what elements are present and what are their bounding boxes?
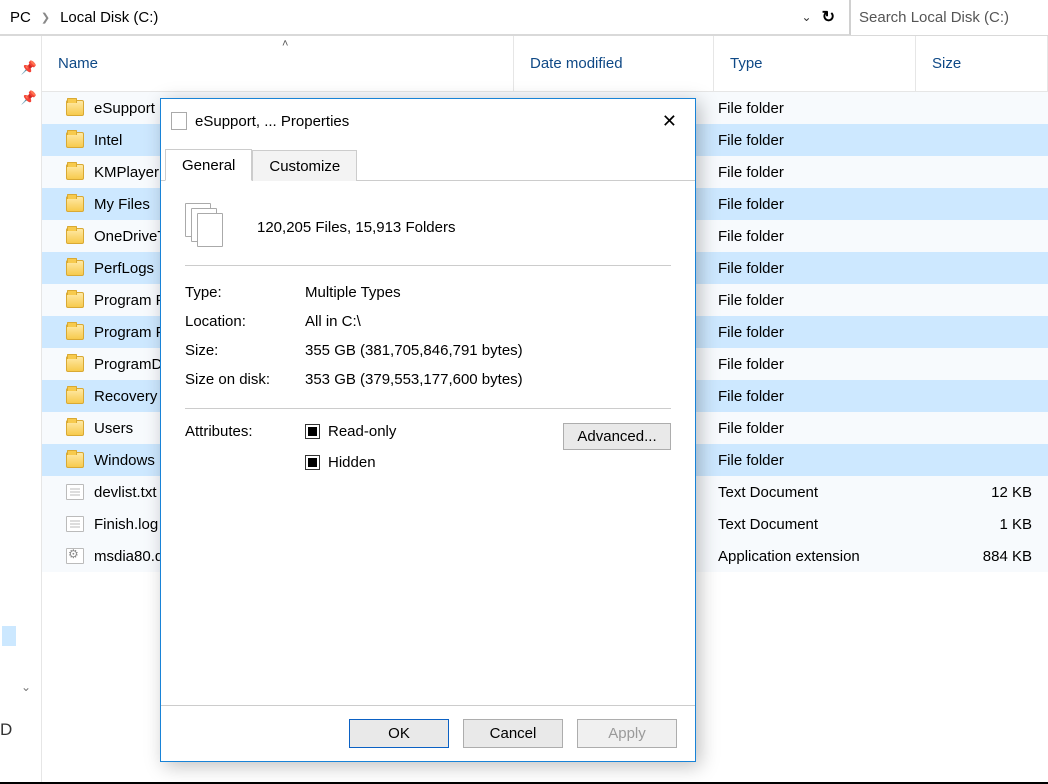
file-type: File folder [718, 292, 784, 309]
dialog-body: 120,205 Files, 15,913 Folders Type: Multi… [161, 181, 695, 705]
folder-icon [66, 324, 84, 340]
file-size: 12 KB [991, 484, 1032, 501]
file-type: File folder [718, 260, 784, 277]
folder-icon [66, 132, 84, 148]
folder-icon [66, 260, 84, 276]
value-size: 355 GB (381,705,846,791 bytes) [305, 342, 671, 359]
file-type: File folder [718, 452, 784, 469]
dialog-button-bar: OK Cancel Apply [161, 705, 695, 761]
file-type: File folder [718, 388, 784, 405]
folder-icon [66, 100, 84, 116]
column-headers: ˄ Name Date modified Type Size [42, 36, 1048, 92]
file-icon [66, 516, 84, 532]
advanced-button[interactable]: Advanced... [563, 423, 671, 450]
pin-icon: 📌 [21, 90, 37, 106]
nav-selection [2, 626, 16, 646]
folder-icon [66, 452, 84, 468]
breadcrumb-disk[interactable]: Local Disk (C:) [54, 9, 164, 26]
file-type: File folder [718, 100, 784, 117]
breadcrumb-pc[interactable]: PC [4, 9, 37, 26]
dll-icon [66, 548, 84, 564]
summary-text: 120,205 Files, 15,913 Folders [257, 219, 455, 236]
properties-dialog: eSupport, ... Properties ✕ General Custo… [160, 98, 696, 762]
label-type: Type: [185, 284, 297, 301]
file-name: msdia80.dll [94, 548, 170, 565]
folder-icon [66, 228, 84, 244]
tab-customize[interactable]: Customize [252, 150, 357, 181]
column-header-name[interactable]: Name [42, 36, 514, 91]
chevron-down-icon[interactable]: ⌄ [21, 680, 31, 694]
label-attributes: Attributes: [185, 423, 297, 440]
value-size-on-disk: 353 GB (379,553,177,600 bytes) [305, 371, 671, 388]
folder-icon [66, 420, 84, 436]
value-location: All in C:\ [305, 313, 671, 330]
file-name: devlist.txt [94, 484, 157, 501]
chevron-down-icon[interactable]: ⌄ [802, 10, 812, 24]
file-name: Windows [94, 452, 155, 469]
file-type: Application extension [718, 548, 860, 565]
value-type: Multiple Types [305, 284, 671, 301]
ok-button[interactable]: OK [349, 719, 449, 748]
folder-icon [66, 196, 84, 212]
file-type: File folder [718, 228, 784, 245]
checkbox-icon [305, 455, 320, 470]
file-type: File folder [718, 132, 784, 149]
breadcrumb[interactable]: PC ❯ Local Disk (C:) ⌄ ↻ [0, 0, 850, 35]
tab-general[interactable]: General [165, 149, 252, 181]
file-type: Text Document [718, 484, 818, 501]
checkbox-readonly[interactable]: Read-only [305, 423, 475, 440]
label-size-on-disk: Size on disk: [185, 371, 297, 388]
file-name: Intel [94, 132, 122, 149]
dialog-title: eSupport, ... Properties [195, 113, 349, 130]
file-name: Users [94, 420, 133, 437]
apply-button[interactable]: Apply [577, 719, 677, 748]
search-placeholder: Search Local Disk (C:) [859, 9, 1009, 26]
checkbox-hidden[interactable]: Hidden [305, 454, 475, 471]
file-name: My Files [94, 196, 150, 213]
nav-bottom-letter: D [0, 720, 12, 740]
checkbox-icon [305, 424, 320, 439]
file-type: File folder [718, 420, 784, 437]
pin-icon: 📌 [21, 60, 37, 76]
folder-icon [66, 356, 84, 372]
folder-icon [66, 292, 84, 308]
file-name: eSupport [94, 100, 155, 117]
multi-document-icon [185, 203, 229, 251]
checkbox-readonly-label: Read-only [328, 423, 396, 440]
dialog-titlebar[interactable]: eSupport, ... Properties ✕ [161, 99, 695, 143]
label-location: Location: [185, 313, 297, 330]
label-size: Size: [185, 342, 297, 359]
file-size: 884 KB [983, 548, 1032, 565]
file-icon [66, 484, 84, 500]
document-icon [171, 112, 187, 130]
file-name: Finish.log [94, 516, 158, 533]
file-name: Recovery [94, 388, 157, 405]
folder-icon [66, 164, 84, 180]
file-type: File folder [718, 196, 784, 213]
folder-icon [66, 388, 84, 404]
file-name: PerfLogs [94, 260, 154, 277]
refresh-icon[interactable]: ↻ [818, 7, 839, 27]
chevron-right-icon: ❯ [37, 11, 54, 24]
cancel-button[interactable]: Cancel [463, 719, 563, 748]
file-name: KMPlayer [94, 164, 159, 181]
file-type: Text Document [718, 516, 818, 533]
address-bar: PC ❯ Local Disk (C:) ⌄ ↻ Search Local Di… [0, 0, 1048, 36]
file-size: 1 KB [999, 516, 1032, 533]
column-header-size[interactable]: Size [916, 36, 1048, 91]
column-header-date[interactable]: Date modified [514, 36, 714, 91]
search-input[interactable]: Search Local Disk (C:) [850, 0, 1048, 35]
close-icon[interactable]: ✕ [652, 109, 687, 134]
file-type: File folder [718, 164, 784, 181]
column-header-type[interactable]: Type [714, 36, 916, 91]
dialog-tabs: General Customize [161, 143, 695, 181]
file-type: File folder [718, 356, 784, 373]
nav-pane: 📌 📌 ⌄ D [0, 36, 42, 784]
sort-ascending-icon: ˄ [282, 38, 288, 50]
file-type: File folder [718, 324, 784, 341]
checkbox-hidden-label: Hidden [328, 454, 376, 471]
